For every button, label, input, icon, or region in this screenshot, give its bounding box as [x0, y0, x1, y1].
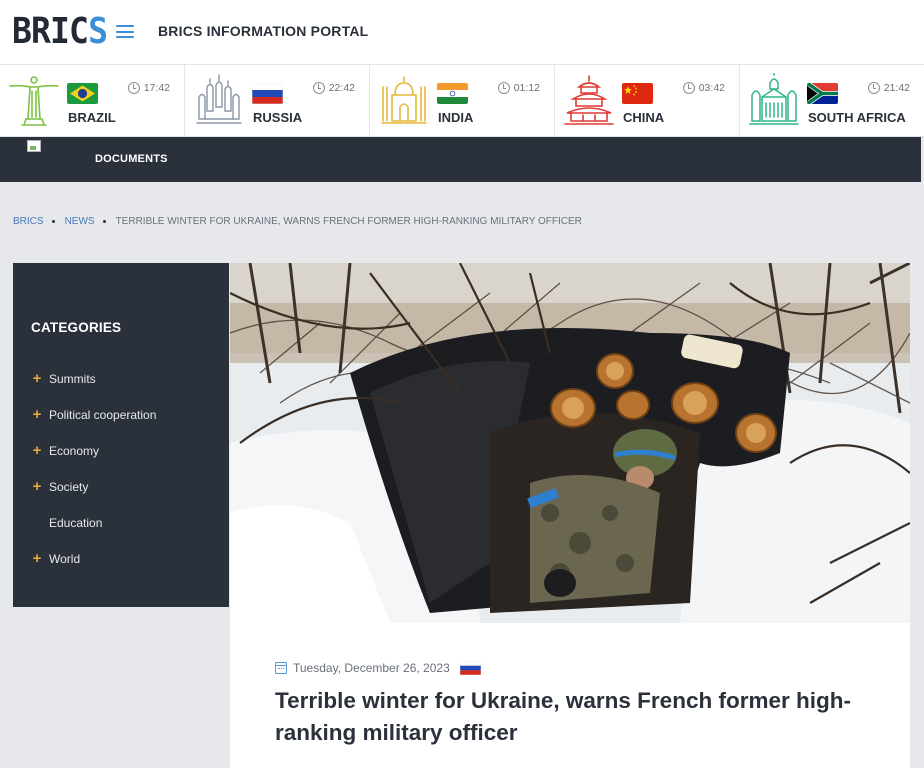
breadcrumb-separator	[102, 220, 106, 223]
nav-documents-link[interactable]: DOCUMENTS	[95, 153, 168, 165]
country-india[interactable]: INDIA 01:12	[370, 65, 555, 137]
country-time: 01:12	[497, 82, 540, 94]
categories-list: + Summits + Political cooperation + Economy…	[31, 361, 157, 577]
main-navbar: DOCUMENTS	[0, 137, 921, 182]
breadcrumb-home-link[interactable]: BRICS	[13, 216, 44, 227]
breadcrumb-separator	[51, 220, 55, 223]
article-meta: Tuesday, December 26, 2023	[275, 661, 481, 675]
russia-flag-icon	[252, 83, 283, 104]
country-name: RUSSIA	[253, 110, 303, 125]
country-name: BRAZIL	[68, 110, 116, 125]
category-political-cooperation[interactable]: + Political cooperation	[31, 397, 157, 433]
country-strip: BRAZIL 17:42 RUSSIA 22:42 INDIA 01:12 CH…	[0, 65, 924, 137]
temple-of-heaven-icon	[564, 75, 614, 125]
china-flag-icon	[622, 83, 653, 104]
calendar-icon	[275, 662, 287, 674]
country-name: SOUTH AFRICA	[808, 110, 906, 125]
country-time: 22:42	[312, 82, 355, 94]
country-china[interactable]: CHINA 03:42	[555, 65, 740, 137]
union-buildings-icon	[749, 73, 799, 125]
christ-redeemer-icon	[9, 76, 59, 126]
plus-icon[interactable]: +	[31, 407, 43, 422]
article-body: Tuesday, December 26, 2023 Terrible wint…	[230, 623, 910, 768]
russia-flag-icon	[459, 661, 481, 675]
country-russia[interactable]: RUSSIA 22:42	[185, 65, 370, 137]
breadcrumb: BRICS NEWS TERRIBLE WINTER FOR UKRAINE, …	[13, 216, 582, 227]
category-world[interactable]: + World	[31, 541, 156, 577]
country-time: 21:42	[867, 82, 910, 94]
clock-icon	[127, 82, 140, 94]
hamburger-menu-icon[interactable]	[116, 25, 134, 38]
categories-sidebar: CATEGORIES + Summits + Political cooperati…	[13, 263, 229, 607]
article-headline: Terrible winter for Ukraine, warns Frenc…	[275, 688, 851, 745]
clock-icon	[312, 82, 325, 94]
brazil-flag-icon	[67, 83, 98, 104]
article-date: Tuesday, December 26, 2023	[293, 661, 450, 675]
top-header: BRICS BRICS INFORMATION PORTAL	[0, 0, 924, 65]
breadcrumb-news-link[interactable]: NEWS	[65, 216, 95, 227]
kremlin-cathedral-icon	[196, 74, 242, 124]
plus-icon[interactable]: +	[31, 479, 43, 494]
category-education[interactable]: Education	[31, 505, 156, 541]
plus-icon[interactable]: +	[31, 371, 43, 386]
country-brazil[interactable]: BRAZIL 17:42	[0, 65, 185, 137]
broken-image-icon	[27, 140, 41, 152]
clock-icon	[497, 82, 510, 94]
portal-title: BRICS INFORMATION PORTAL	[158, 23, 369, 39]
article-hero-image	[230, 263, 910, 623]
india-flag-icon	[437, 83, 468, 104]
country-name: INDIA	[438, 110, 474, 125]
country-time: 03:42	[682, 82, 725, 94]
categories-title: CATEGORIES	[31, 320, 122, 335]
plus-icon[interactable]: +	[31, 443, 43, 458]
clock-icon	[682, 82, 695, 94]
breadcrumb-current: TERRIBLE WINTER FOR UKRAINE, WARNS FRENC…	[115, 216, 582, 227]
country-name: CHINA	[623, 110, 665, 125]
clock-icon	[867, 82, 880, 94]
country-time: 17:42	[127, 82, 170, 94]
category-society[interactable]: + Society	[31, 469, 156, 505]
country-south-africa[interactable]: SOUTH AFRICA 21:42	[740, 65, 924, 137]
taj-mahal-icon	[381, 76, 427, 124]
south-africa-flag-icon	[807, 83, 838, 104]
plus-icon[interactable]: +	[31, 551, 43, 566]
category-summits[interactable]: + Summits	[31, 361, 156, 397]
brics-logo[interactable]: BRICS	[12, 10, 108, 54]
category-economy[interactable]: + Economy	[31, 433, 156, 469]
